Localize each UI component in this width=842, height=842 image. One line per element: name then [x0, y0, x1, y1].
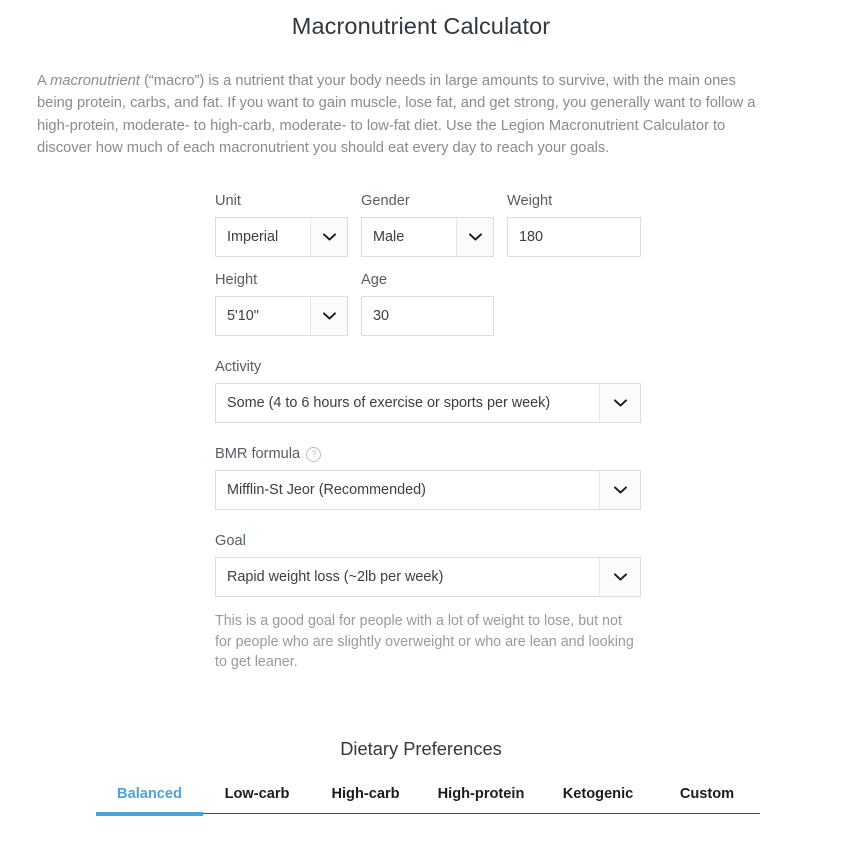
gender-label: Gender [361, 193, 410, 209]
activity-select[interactable]: Some (4 to 6 hours of exercise or sports… [215, 383, 641, 423]
chevron-down-icon[interactable] [599, 471, 640, 509]
unit-select[interactable]: Imperial [215, 217, 348, 257]
unit-value: Imperial [227, 229, 279, 245]
form-row-1: Unit Imperial Gender Male Weight 180 [215, 192, 645, 257]
tab-high-protein[interactable]: High-protein [420, 786, 542, 813]
goal-helper-text: This is a good goal for people with a lo… [215, 613, 634, 670]
tab-custom[interactable]: Custom [654, 786, 760, 813]
help-circle-icon[interactable]: ? [306, 446, 322, 462]
bmr-label-group: BMR formula ? [215, 445, 641, 463]
bmr-select[interactable]: Mifflin-St Jeor (Recommended) [215, 470, 641, 510]
height-select[interactable]: 5'10" [215, 296, 348, 336]
weight-input[interactable]: 180 [507, 217, 641, 257]
field-weight: Weight 180 [507, 192, 641, 257]
dietary-preferences-tabs: Balanced Low-carb High-carb High-protein… [96, 776, 760, 816]
intro-lead: A [37, 73, 51, 89]
age-input[interactable]: 30 [361, 296, 494, 336]
tab-low-carb[interactable]: Low-carb [203, 786, 311, 813]
tab-high-carb[interactable]: High-carb [311, 786, 420, 813]
chevron-down-icon[interactable] [456, 218, 493, 256]
calculator-form: Unit Imperial Gender Male Weight 180 Hei… [215, 192, 645, 673]
bmr-value: Mifflin-St Jeor (Recommended) [227, 482, 426, 498]
field-bmr-formula: BMR formula ? Mifflin-St Jeor (Recommend… [215, 445, 641, 510]
bmr-label: BMR formula [215, 446, 301, 462]
goal-label: Goal [215, 533, 246, 549]
chevron-down-icon[interactable] [599, 384, 640, 422]
gender-value: Male [373, 229, 405, 245]
gender-select[interactable]: Male [361, 217, 494, 257]
field-unit: Unit Imperial [215, 192, 348, 257]
height-value: 5'10" [227, 308, 259, 324]
page-title: Macronutrient Calculator [291, 13, 551, 39]
tab-balanced[interactable]: Balanced [96, 786, 203, 816]
intro-italic-term: macronutrient [50, 73, 140, 89]
height-label: Height [215, 272, 258, 288]
field-activity: Activity Some (4 to 6 hours of exercise … [215, 358, 641, 423]
weight-label: Weight [507, 193, 553, 209]
form-row-2: Height 5'10" Age 30 [215, 271, 645, 336]
dietary-preferences-tabs-wrapper: Balanced Low-carb High-carb High-protein… [96, 776, 760, 816]
intro-rest: (“macro”) is a nutrient that your body n… [37, 73, 756, 157]
goal-select[interactable]: Rapid weight loss (~2lb per week) [215, 557, 641, 597]
field-age: Age 30 [361, 271, 494, 336]
tab-ketogenic[interactable]: Ketogenic [542, 786, 654, 813]
chevron-down-icon[interactable] [310, 218, 347, 256]
field-height: Height 5'10" [215, 271, 348, 336]
macronutrient-calculator-page: Macronutrient Calculator A macronutrient… [0, 0, 842, 842]
field-goal: Goal Rapid weight loss (~2lb per week) T… [215, 532, 641, 673]
intro-paragraph: A macronutrient (“macro”) is a nutrient … [0, 40, 784, 160]
field-gender: Gender Male [361, 192, 494, 257]
dietary-preferences-heading: Dietary Preferences [340, 738, 502, 759]
chevron-down-icon[interactable] [310, 297, 347, 335]
age-label: Age [361, 272, 387, 288]
goal-value: Rapid weight loss (~2lb per week) [227, 569, 444, 585]
unit-label: Unit [215, 193, 241, 209]
activity-label: Activity [215, 359, 262, 375]
activity-value: Some (4 to 6 hours of exercise or sports… [227, 395, 551, 411]
chevron-down-icon[interactable] [599, 558, 640, 596]
